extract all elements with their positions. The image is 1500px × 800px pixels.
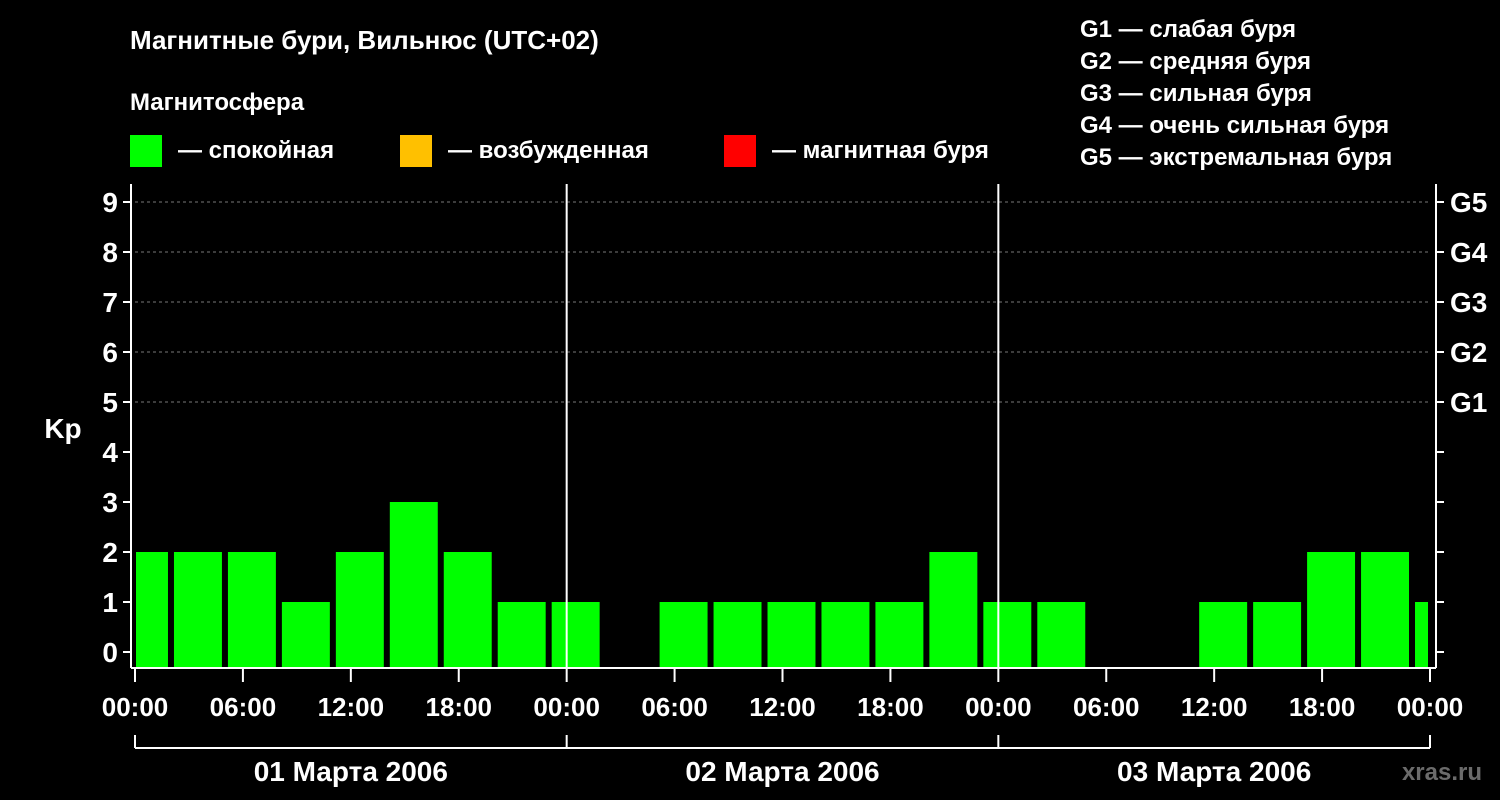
kp-bar (136, 552, 168, 668)
kp-bar (1307, 552, 1356, 668)
chart-title: Магнитные бури, Вильнюс (UTC+02) (130, 25, 599, 55)
kp-bar (281, 602, 330, 668)
storm-scale-g2: G2 — средняя буря (1080, 48, 1311, 75)
storm-scale-g1: G1 — слабая буря (1080, 16, 1296, 43)
legend-swatch-active (400, 135, 432, 167)
kp-bar (875, 602, 924, 668)
kp-bar (497, 602, 546, 668)
kp-bar (227, 552, 276, 668)
kp-bar (1199, 602, 1248, 668)
y-tick-label: 2 (102, 537, 118, 568)
y-tick-label: 6 (102, 337, 118, 368)
storm-level-label: G3 (1450, 287, 1487, 318)
storm-level-label: G2 (1450, 337, 1487, 368)
legend-swatch-quiet (130, 135, 162, 167)
storm-level-label: G1 (1450, 387, 1487, 418)
y-tick-label: 9 (102, 187, 118, 218)
x-tick-label: 00:00 (102, 692, 169, 722)
kp-bar (551, 602, 600, 668)
kp-bar (767, 602, 816, 668)
x-tick-label: 12:00 (749, 692, 816, 722)
storm-level-label: G5 (1450, 187, 1487, 218)
x-tick-label: 12:00 (318, 692, 385, 722)
kp-bar (389, 502, 438, 668)
kp-chart: Магнитные бури, Вильнюс (UTC+02) Магнито… (0, 0, 1500, 800)
chart-subtitle: Магнитосфера (130, 89, 305, 116)
kp-bar (929, 552, 978, 668)
watermark: xras.ru (1402, 759, 1482, 786)
y-tick-label: 0 (102, 637, 118, 668)
kp-bar (1361, 552, 1410, 668)
x-tick-label: 00:00 (965, 692, 1032, 722)
storm-scale-g4: G4 — очень сильная буря (1080, 112, 1389, 139)
kp-bar (1415, 602, 1428, 668)
kp-bar (659, 602, 708, 668)
kp-bar (713, 602, 762, 668)
kp-bar (1037, 602, 1086, 668)
legend-label-quiet: — спокойная (178, 137, 334, 164)
kp-bar (173, 552, 222, 668)
kp-bar (1253, 602, 1302, 668)
y-tick-label: 1 (102, 587, 118, 618)
x-tick-label: 00:00 (533, 692, 600, 722)
x-tick-label: 12:00 (1181, 692, 1248, 722)
kp-bar (983, 602, 1032, 668)
day-label: 02 Марта 2006 (685, 756, 879, 787)
x-tick-label: 06:00 (1073, 692, 1140, 722)
y-tick-label: 4 (102, 437, 118, 468)
day-label: 03 Марта 2006 (1117, 756, 1311, 787)
y-tick-label: 3 (102, 487, 118, 518)
x-tick-label: 06:00 (210, 692, 277, 722)
kp-bar (443, 552, 492, 668)
storm-scale-g3: G3 — сильная буря (1080, 80, 1312, 107)
legend-label-storm: — магнитная буря (772, 137, 989, 164)
y-tick-label: 7 (102, 287, 118, 318)
y-tick-label: 5 (102, 387, 118, 418)
day-label: 01 Марта 2006 (254, 756, 448, 787)
storm-level-label: G4 (1450, 237, 1488, 268)
state-legend: — спокойная — возбужденная — магнитная б… (130, 135, 989, 167)
legend-swatch-storm (724, 135, 756, 167)
kp-bar (335, 552, 384, 668)
x-tick-label: 18:00 (1289, 692, 1356, 722)
storm-scale-g5: G5 — экстремальная буря (1080, 144, 1392, 171)
x-tick-label: 06:00 (641, 692, 708, 722)
x-tick-label: 18:00 (426, 692, 493, 722)
x-tick-label: 18:00 (857, 692, 924, 722)
x-tick-label: 00:00 (1397, 692, 1464, 722)
y-tick-label: 8 (102, 237, 118, 268)
kp-bar (821, 602, 870, 668)
y-axis-label: Kp (44, 413, 81, 444)
legend-label-active: — возбужденная (448, 137, 649, 164)
